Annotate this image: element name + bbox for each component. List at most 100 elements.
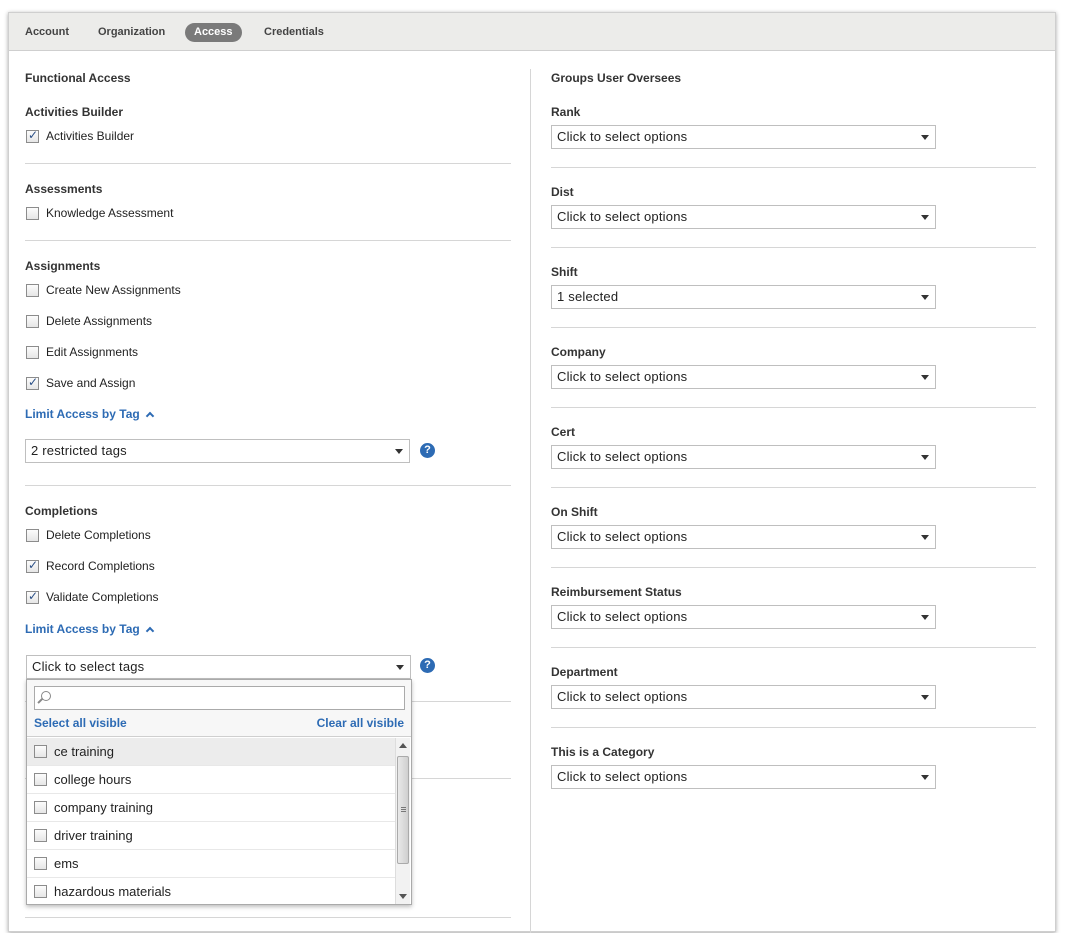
divider — [551, 647, 1036, 648]
groups-user-oversees-heading: Groups User Oversees — [551, 71, 682, 85]
select-value: Click to select options — [557, 449, 688, 464]
limit-access-label[interactable]: Limit Access by Tag — [25, 622, 140, 636]
limit-access-label[interactable]: Limit Access by Tag — [25, 407, 140, 421]
functional-access-heading: Functional Access — [25, 71, 131, 85]
search-icon — [41, 691, 51, 701]
group-select[interactable]: Click to select options — [551, 205, 936, 229]
assignments-title: Assignments — [25, 259, 101, 273]
group-select[interactable]: Click to select options — [551, 685, 936, 709]
checkbox-knowledge-assessment[interactable]: Knowledge Assessment — [26, 205, 173, 221]
caret-down-icon — [921, 135, 929, 140]
completions-limit-access-link[interactable]: Limit Access by Tag — [25, 622, 154, 636]
group-label: Cert — [551, 425, 576, 439]
tag-option-label: ems — [54, 856, 79, 871]
checkbox[interactable] — [26, 206, 39, 220]
checkbox-delete-assignments[interactable]: Delete Assignments — [26, 313, 152, 329]
tag-option[interactable]: ems — [27, 850, 395, 878]
tag-option[interactable]: hazardous materials — [27, 878, 395, 904]
select-all-visible-link[interactable]: Select all visible — [34, 716, 127, 730]
checkbox[interactable] — [26, 375, 39, 390]
checkbox[interactable] — [26, 314, 39, 328]
caret-down-icon — [921, 455, 929, 460]
checkbox[interactable] — [26, 528, 39, 542]
grip-icon — [401, 807, 406, 808]
caret-down-icon — [921, 215, 929, 220]
select-value: 1 selected — [557, 289, 619, 304]
tab-account[interactable]: Account — [16, 23, 78, 42]
checkbox-label: Create New Assignments — [46, 283, 181, 297]
tag-option[interactable]: college hours — [27, 766, 395, 794]
group-select[interactable]: 1 selected — [551, 285, 936, 309]
caret-down-icon — [921, 535, 929, 540]
select-value: Click to select options — [557, 609, 688, 624]
select-value: Click to select tags — [32, 659, 145, 674]
group-select[interactable]: Click to select options — [551, 525, 936, 549]
select-value: Click to select options — [557, 689, 688, 704]
help-icon[interactable]: ? — [420, 658, 435, 673]
tag-option[interactable]: driver training — [27, 822, 395, 850]
checkbox[interactable] — [34, 801, 47, 814]
select-value: Click to select options — [557, 369, 688, 384]
dropdown-header: Select all visible Clear all visible — [27, 680, 411, 737]
tag-option-label: company training — [54, 800, 153, 815]
assignments-limit-access-link[interactable]: Limit Access by Tag — [25, 407, 154, 421]
tab-organization[interactable]: Organization — [89, 23, 174, 42]
checkbox[interactable] — [34, 745, 47, 758]
checkbox-label: Save and Assign — [46, 376, 136, 390]
user-access-panel: Account Organization Access Credentials … — [8, 12, 1056, 933]
assignments-tag-select[interactable]: 2 restricted tags — [25, 439, 410, 463]
scrollbar-thumb[interactable] — [397, 756, 409, 864]
tag-search-input[interactable] — [34, 686, 405, 710]
checkbox-save-and-assign[interactable]: Save and Assign — [26, 375, 135, 391]
divider — [551, 567, 1036, 568]
caret-down-icon — [921, 695, 929, 700]
checkbox[interactable] — [26, 128, 39, 143]
checkbox[interactable] — [26, 589, 39, 604]
group-select[interactable]: Click to select options — [551, 365, 936, 389]
checkbox-label: Record Completions — [46, 559, 155, 573]
divider — [25, 917, 511, 918]
checkbox[interactable] — [26, 558, 39, 573]
tag-option-label: driver training — [54, 828, 133, 843]
checkbox-validate-completions[interactable]: Validate Completions — [26, 589, 159, 605]
group-select[interactable]: Click to select options — [551, 445, 936, 469]
group-select[interactable]: Click to select options — [551, 125, 936, 149]
checkbox[interactable] — [34, 773, 47, 786]
checkbox[interactable] — [34, 857, 47, 870]
group-select[interactable]: Click to select options — [551, 765, 936, 789]
tag-option[interactable]: ce training — [27, 738, 395, 766]
tag-option-label: hazardous materials — [54, 884, 172, 899]
group-label: Rank — [551, 105, 581, 119]
tab-credentials[interactable]: Credentials — [255, 23, 333, 42]
column-divider — [530, 69, 531, 933]
assessments-title: Assessments — [25, 182, 103, 196]
scroll-up-arrow-icon[interactable] — [399, 743, 407, 748]
tab-access[interactable]: Access — [185, 23, 242, 42]
completions-tag-select[interactable]: Click to select tags — [26, 655, 411, 679]
tag-options-list: ce training college hours company traini… — [27, 738, 395, 904]
activities-builder-title: Activities Builder — [25, 105, 124, 119]
tab-bar: Account Organization Access Credentials — [9, 13, 1055, 51]
checkbox-edit-assignments[interactable]: Edit Assignments — [26, 344, 138, 360]
checkbox-create-new-assignments[interactable]: Create New Assignments — [26, 282, 181, 298]
group-label: Shift — [551, 265, 578, 279]
checkbox-activities-builder[interactable]: Activities Builder — [26, 128, 134, 144]
checkbox-delete-completions[interactable]: Delete Completions — [26, 527, 151, 543]
dropdown-scrollbar[interactable] — [395, 738, 410, 904]
completions-title: Completions — [25, 504, 98, 518]
help-icon[interactable]: ? — [420, 443, 435, 458]
checkbox[interactable] — [34, 885, 47, 898]
checkbox[interactable] — [26, 345, 39, 359]
checkbox-label: Knowledge Assessment — [46, 206, 174, 220]
group-label: Dist — [551, 185, 574, 199]
clear-all-visible-link[interactable]: Clear all visible — [317, 716, 404, 730]
tag-option[interactable]: company training — [27, 794, 395, 822]
caret-down-icon — [921, 295, 929, 300]
checkbox-record-completions[interactable]: Record Completions — [26, 558, 155, 574]
checkbox[interactable] — [26, 283, 39, 297]
scroll-down-arrow-icon[interactable] — [399, 894, 407, 899]
checkbox[interactable] — [34, 829, 47, 842]
group-select[interactable]: Click to select options — [551, 605, 936, 629]
select-value: Click to select options — [557, 529, 688, 544]
select-value: Click to select options — [557, 129, 688, 144]
